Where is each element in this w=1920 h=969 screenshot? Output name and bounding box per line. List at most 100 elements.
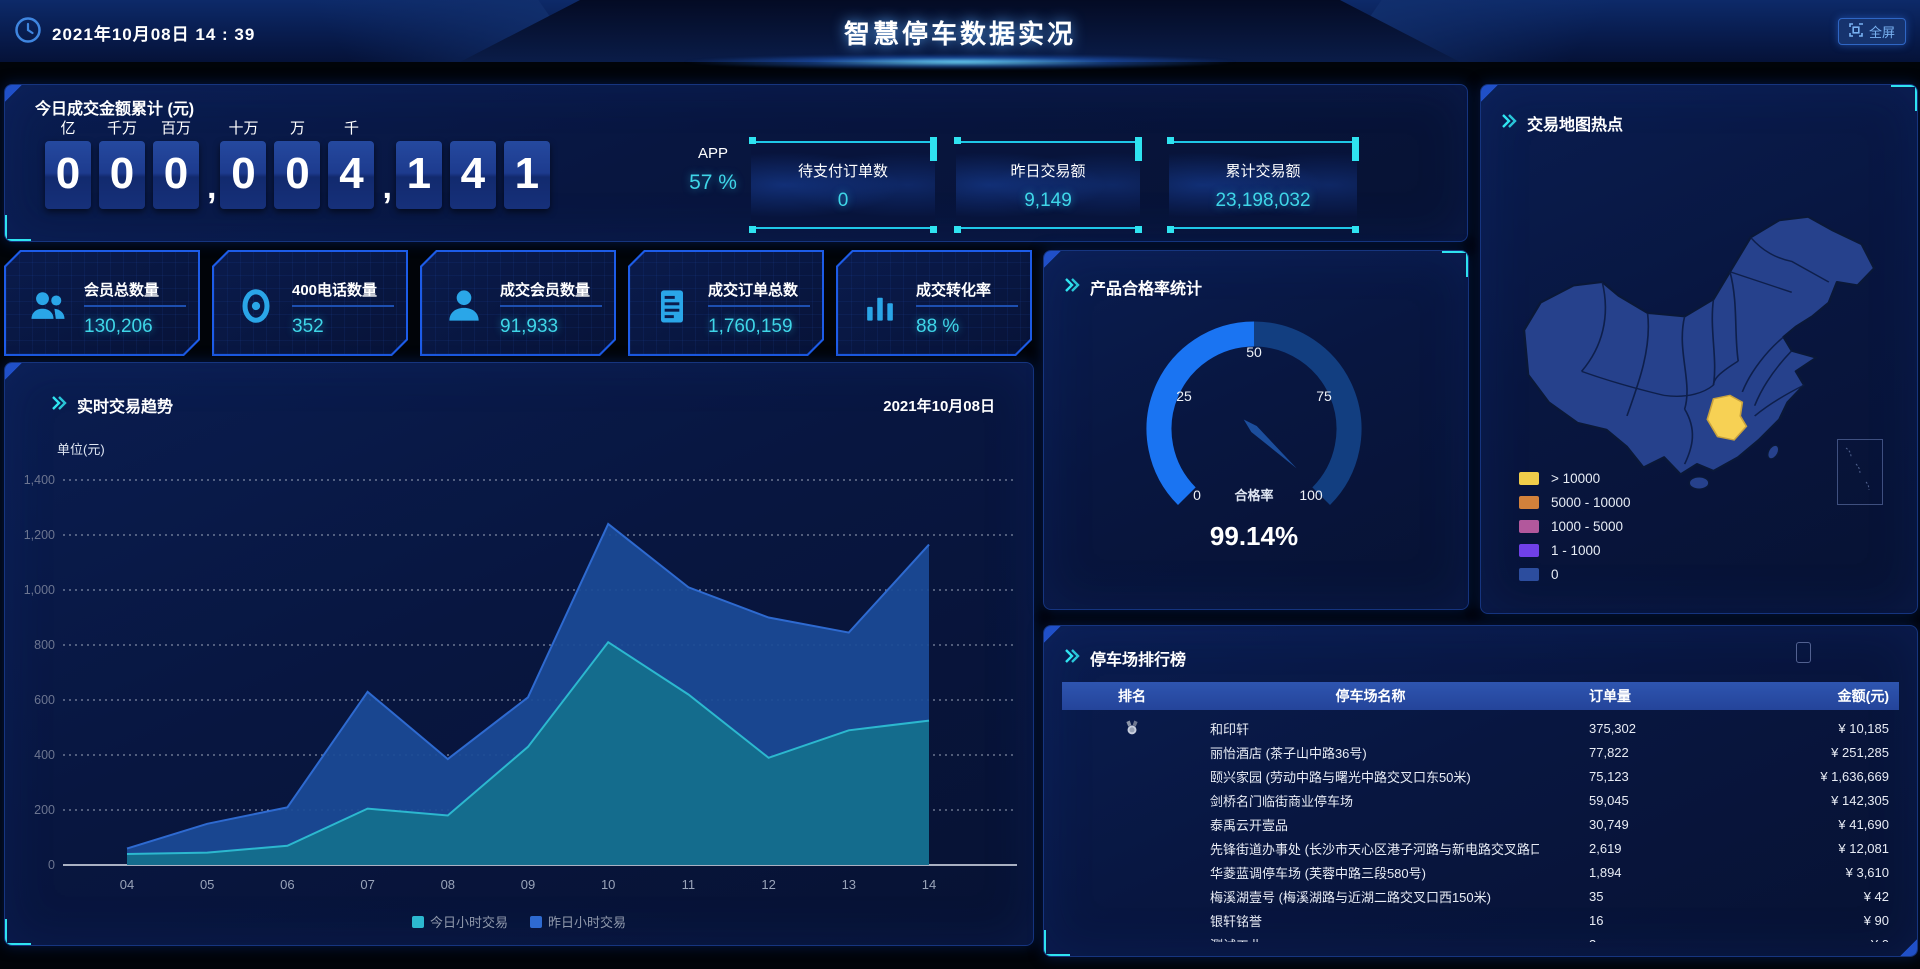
fullscreen-icon — [1849, 23, 1863, 40]
map-legend-label: 1000 - 5000 — [1551, 519, 1623, 534]
chevron-right-icon — [1064, 649, 1080, 668]
ranking-table-body: 和印轩375,302¥ 10,185丽怡酒店 (茶子山中路36号)77,822¥… — [1062, 716, 1899, 942]
stat-card-label: 成交订单总数 — [708, 279, 798, 300]
digit-place-label — [396, 117, 442, 141]
column-header: 排名 — [1062, 686, 1202, 706]
table-row: 梅溪湖壹号 (梅溪湖路与近湖二路交叉口西150米)35¥ 42 — [1062, 884, 1899, 908]
table-row: 银轩铭誉16¥ 90 — [1062, 908, 1899, 932]
smart-parking-dashboard: 2021年10月08日 14 : 39 智慧停车数据实况 全屏 今日成交金额累计… — [0, 0, 1920, 969]
parking-lot-name: 华菱蓝调停车场 (芙蓉中路三段580号) — [1202, 863, 1539, 882]
digit-separator: , — [382, 168, 391, 207]
stat-card-label: 会员总数量 — [84, 279, 159, 300]
svg-text:99.14%: 99.14% — [1210, 521, 1298, 551]
svg-text:07: 07 — [360, 877, 374, 892]
info-box-label: 昨日交易额 — [956, 160, 1140, 181]
map-legend-label: 5000 - 10000 — [1551, 495, 1631, 510]
amount-value: ¥ 12,081 — [1739, 841, 1899, 856]
trend-title-text: 实时交易趋势 — [77, 393, 173, 417]
corner-accent — [803, 335, 819, 351]
map-panel-title: 交易地图热点 — [1501, 111, 1623, 135]
svg-text:200: 200 — [34, 803, 55, 817]
corner-accent — [595, 335, 611, 351]
digit-tile: 1 — [504, 141, 550, 209]
china-outline — [1524, 217, 1874, 475]
trend-panel: 实时交易趋势 2021年10月08日 单位(元) 02004006008001,… — [4, 362, 1034, 946]
order-count: 16 — [1539, 913, 1739, 928]
parking-lot-name: 先锋街道办事处 (长沙市天心区港子河路与新电路交叉路口往东北约50米) — [1202, 839, 1539, 858]
digit-place-label: 百万 — [153, 117, 199, 141]
digit-tile: 0 — [274, 141, 320, 209]
parking-lot-name: 和印轩 — [1202, 719, 1539, 738]
corner-dot — [1352, 226, 1359, 233]
corner-dot — [1167, 137, 1174, 144]
amount-value: ¥ 1,636,669 — [1739, 769, 1899, 784]
svg-text:600: 600 — [34, 693, 55, 707]
amount-value: ¥ 142,305 — [1739, 793, 1899, 808]
digit-tile: 0 — [153, 141, 199, 209]
order-list-icon — [650, 284, 694, 328]
amount-value: ¥ 0 — [1739, 937, 1899, 943]
panel-action-icon[interactable] — [1796, 642, 1811, 663]
svg-text:合格率: 合格率 — [1234, 488, 1273, 503]
stat-card-value: 352 — [292, 316, 324, 338]
corner-dot — [749, 226, 756, 233]
legend-item[interactable]: 昨日小时交易 — [530, 912, 626, 931]
digit-tile: 0 — [45, 141, 91, 209]
fullscreen-button[interactable]: 全屏 — [1838, 18, 1906, 45]
parking-lot-name: 丽怡酒店 (茶子山中路36号) — [1202, 743, 1539, 762]
corner-decoration — [5, 215, 31, 241]
legend-item[interactable]: 今日小时交易 — [412, 912, 508, 931]
amount-value: ¥ 41,690 — [1739, 817, 1899, 832]
svg-text:05: 05 — [200, 877, 214, 892]
stat-card-label: 400电话数量 — [292, 279, 377, 300]
stat-card: 成交会员数量91,933 — [420, 250, 616, 356]
corner-decoration — [1891, 85, 1917, 111]
bar-chart-icon — [858, 284, 902, 328]
table-row: 泰禹云开壹品30,749¥ 41,690 — [1062, 812, 1899, 836]
corner-dot — [1167, 226, 1174, 233]
order-count: 75,123 — [1539, 769, 1739, 784]
south-china-sea-inset — [1837, 439, 1883, 505]
digit-tile: 4 — [450, 141, 496, 209]
topbar: 2021年10月08日 14 : 39 智慧停车数据实况 全屏 — [0, 0, 1920, 62]
svg-text:0: 0 — [1193, 487, 1201, 503]
parking-lot-name: 梅溪湖壹号 (梅溪湖路与近湖二路交叉口西150米) — [1202, 887, 1539, 906]
stat-card: 400电话数量 352 — [212, 250, 408, 356]
stat-card-value: 1,760,159 — [708, 316, 793, 338]
svg-text:1,200: 1,200 — [24, 528, 55, 542]
digit-place-label — [504, 117, 550, 141]
stat-card-label: 成交转化率 — [916, 279, 991, 300]
stat-card: 会员总数量 130,206 — [4, 250, 200, 356]
map-legend-item: > 10000 — [1519, 471, 1631, 485]
svg-text:09: 09 — [521, 877, 535, 892]
digit-tile: 0 — [220, 141, 266, 209]
map-title-text: 交易地图热点 — [1527, 111, 1623, 135]
digit-tile: 4 — [328, 141, 374, 209]
member-icon — [442, 284, 486, 328]
legend-swatch — [530, 916, 542, 928]
ranking-panel-title: 停车场排行榜 — [1064, 646, 1186, 670]
digit-column: 1 — [396, 117, 442, 209]
svg-text:06: 06 — [280, 877, 294, 892]
table-row: 测试工业3¥ 0 — [1062, 932, 1899, 942]
stat-card: 成交订单总数 1,760,159 — [628, 250, 824, 356]
taiwan-island — [1765, 444, 1781, 460]
app-label: APP — [665, 145, 761, 162]
trend-panel-title: 实时交易趋势 — [51, 393, 173, 417]
page-title: 智慧停车数据实况 — [0, 14, 1920, 51]
stat-card-inner: 400电话数量 352 — [214, 252, 406, 354]
gauge-panel-title: 产品合格率统计 — [1064, 275, 1202, 299]
app-value: 57 % — [665, 171, 761, 195]
digit-place-label: 万 — [274, 117, 320, 141]
stat-card-divider — [84, 305, 186, 307]
info-box: 累计交易额23,198,032 — [1169, 141, 1357, 229]
gauge-title-text: 产品合格率统计 — [1090, 275, 1202, 299]
chevron-right-icon — [51, 396, 67, 415]
order-count: 1,894 — [1539, 865, 1739, 880]
table-row: 华菱蓝调停车场 (芙蓉中路三段580号)1,894¥ 3,610 — [1062, 860, 1899, 884]
stat-card-value: 91,933 — [500, 316, 558, 338]
info-box-value: 9,149 — [956, 190, 1140, 212]
legend-swatch — [412, 916, 424, 928]
svg-text:50: 50 — [1246, 344, 1262, 360]
stat-card-value: 130,206 — [84, 316, 153, 338]
